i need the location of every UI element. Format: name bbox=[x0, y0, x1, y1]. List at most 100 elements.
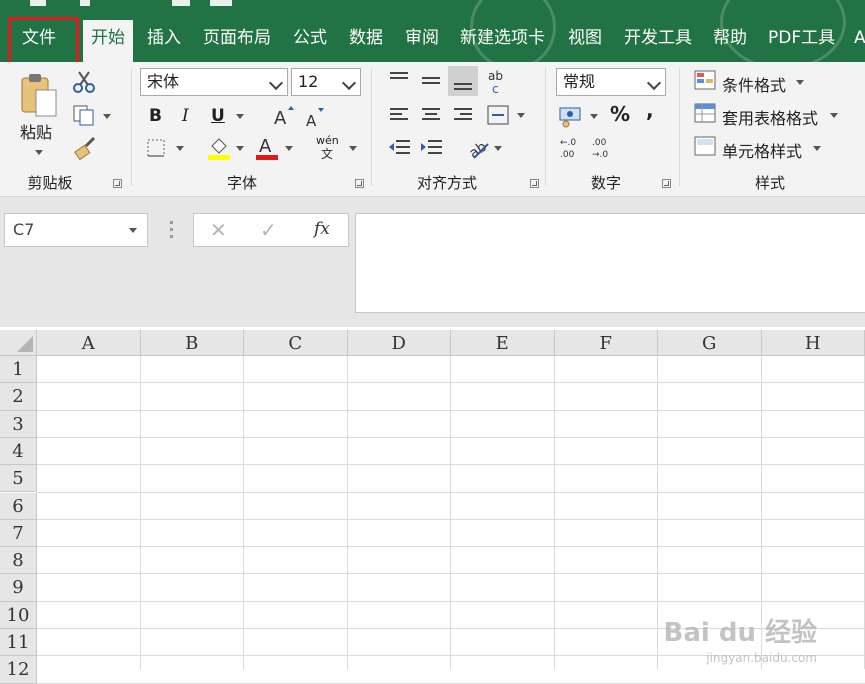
paste-icon[interactable] bbox=[18, 70, 60, 120]
undo-icon[interactable] bbox=[80, 0, 90, 6]
tab-pdf-tools[interactable]: PDF工具 bbox=[760, 14, 843, 62]
bold-button[interactable]: B bbox=[149, 106, 162, 126]
tab-view[interactable]: 视图 bbox=[560, 14, 610, 62]
name-box[interactable]: C7 bbox=[4, 213, 148, 247]
wrap-text-icon[interactable]: ab c bbox=[486, 68, 510, 96]
fill-color-dropdown-icon[interactable] bbox=[236, 146, 244, 151]
merge-center-icon[interactable] bbox=[486, 104, 510, 126]
format-as-table-icon[interactable] bbox=[694, 103, 716, 123]
font-size-select[interactable]: 12 bbox=[291, 68, 361, 96]
format-as-table-button[interactable]: 套用表格格式 bbox=[722, 105, 818, 129]
accounting-format-icon[interactable] bbox=[558, 104, 584, 128]
copy-icon[interactable] bbox=[72, 104, 96, 126]
accounting-dropdown-icon[interactable] bbox=[590, 114, 598, 119]
font-name-select[interactable]: 宋体 bbox=[140, 68, 288, 96]
decrease-decimal-icon[interactable]: .00 →.0 bbox=[590, 136, 616, 160]
number-launcher-icon[interactable] bbox=[662, 179, 671, 188]
column-header[interactable]: H bbox=[762, 330, 865, 356]
cell-styles-icon[interactable] bbox=[694, 136, 716, 156]
formula-input[interactable] bbox=[355, 213, 865, 313]
conditional-dropdown-icon[interactable] bbox=[796, 80, 804, 85]
print-preview-icon[interactable] bbox=[172, 0, 190, 6]
paste-dropdown-icon[interactable] bbox=[35, 150, 43, 155]
save-icon[interactable] bbox=[30, 0, 46, 6]
fill-color-icon[interactable] bbox=[206, 134, 232, 160]
bottom-align-icon[interactable] bbox=[448, 66, 478, 96]
alignment-launcher-icon[interactable] bbox=[530, 179, 539, 188]
row-header[interactable]: 1 bbox=[0, 356, 37, 383]
percent-style-button[interactable]: % bbox=[610, 102, 630, 126]
orientation-icon[interactable]: ab bbox=[466, 136, 492, 160]
enter-icon[interactable]: ✓ bbox=[260, 218, 277, 242]
cell-styles-button[interactable]: 单元格样式 bbox=[722, 138, 802, 162]
cut-icon[interactable] bbox=[72, 70, 96, 94]
tab-page-layout[interactable]: 页面布局 bbox=[195, 14, 279, 62]
underline-button[interactable]: U bbox=[211, 106, 225, 126]
paste-button[interactable]: 粘贴 bbox=[20, 119, 52, 143]
column-header[interactable]: A bbox=[37, 330, 141, 356]
row-header[interactable]: 3 bbox=[0, 411, 37, 438]
number-format-select[interactable]: 常规 bbox=[556, 68, 666, 96]
orientation-dropdown-icon[interactable] bbox=[494, 146, 502, 151]
top-align-icon[interactable] bbox=[388, 70, 410, 88]
table-format-dropdown-icon[interactable] bbox=[830, 113, 838, 118]
row-header[interactable]: 9 bbox=[0, 574, 37, 601]
tab-data[interactable]: 数据 bbox=[341, 14, 391, 62]
row-header[interactable]: 12 bbox=[0, 656, 37, 683]
svg-text:→.0: →.0 bbox=[592, 150, 608, 160]
tab-help[interactable]: 帮助 bbox=[705, 14, 755, 62]
tab-new-tab[interactable]: 新建选项卡 bbox=[452, 14, 553, 62]
borders-dropdown-icon[interactable] bbox=[176, 146, 184, 151]
cell-styles-dropdown-icon[interactable] bbox=[813, 146, 821, 151]
column-header[interactable]: B bbox=[141, 330, 245, 356]
decrease-font-size-icon[interactable]: A bbox=[304, 106, 328, 130]
row-header[interactable]: 5 bbox=[0, 465, 37, 492]
row-header[interactable]: 7 bbox=[0, 520, 37, 547]
column-header[interactable]: F bbox=[555, 330, 659, 356]
merge-dropdown-icon[interactable] bbox=[517, 113, 525, 118]
cancel-icon[interactable]: ✕ bbox=[210, 218, 227, 242]
format-painter-icon[interactable] bbox=[72, 136, 96, 160]
tab-insert[interactable]: 插入 bbox=[139, 14, 189, 62]
borders-icon[interactable] bbox=[146, 138, 166, 158]
increase-font-size-icon[interactable]: A bbox=[272, 104, 296, 128]
row-header[interactable]: 8 bbox=[0, 547, 37, 574]
italic-button[interactable]: I bbox=[182, 106, 189, 126]
column-header[interactable]: C bbox=[244, 330, 348, 356]
align-right-icon[interactable] bbox=[452, 106, 474, 126]
increase-indent-icon[interactable] bbox=[420, 138, 444, 158]
middle-align-icon[interactable] bbox=[420, 70, 442, 92]
tab-developer[interactable]: 开发工具 bbox=[616, 14, 700, 62]
row-header[interactable]: 2 bbox=[0, 383, 37, 410]
underline-dropdown-icon[interactable] bbox=[236, 114, 244, 119]
tab-home[interactable]: 开始 bbox=[83, 20, 133, 62]
row-header[interactable]: 4 bbox=[0, 438, 37, 465]
font-color-dropdown-icon[interactable] bbox=[285, 146, 293, 151]
quick-access-icon[interactable] bbox=[210, 0, 232, 6]
select-all-button[interactable] bbox=[0, 330, 37, 356]
column-header[interactable]: G bbox=[658, 330, 762, 356]
decrease-indent-icon[interactable] bbox=[388, 138, 412, 158]
insert-function-icon[interactable]: fx bbox=[314, 219, 330, 239]
resize-handle-icon[interactable] bbox=[170, 221, 173, 239]
column-header[interactable]: E bbox=[451, 330, 555, 356]
conditional-formatting-button[interactable]: 条件格式 bbox=[722, 72, 786, 96]
increase-decimal-icon[interactable]: ←.0 .00 bbox=[558, 136, 584, 160]
font-color-icon[interactable]: A bbox=[254, 134, 280, 160]
row-header[interactable]: 11 bbox=[0, 629, 37, 656]
row-header[interactable]: 10 bbox=[0, 602, 37, 629]
align-left-icon[interactable] bbox=[388, 106, 410, 126]
comma-style-button[interactable]: , bbox=[646, 98, 654, 122]
font-launcher-icon[interactable] bbox=[355, 179, 364, 188]
column-header[interactable]: D bbox=[348, 330, 452, 356]
copy-dropdown-icon[interactable] bbox=[103, 114, 111, 119]
chevron-down-icon[interactable] bbox=[129, 228, 137, 233]
tab-overflow[interactable]: A bbox=[846, 14, 865, 62]
tab-formulas[interactable]: 公式 bbox=[285, 14, 335, 62]
row-header[interactable]: 6 bbox=[0, 493, 37, 520]
conditional-formatting-icon[interactable] bbox=[694, 70, 716, 90]
phonetic-dropdown-icon[interactable] bbox=[349, 146, 357, 151]
tab-review[interactable]: 审阅 bbox=[397, 14, 447, 62]
align-center-icon[interactable] bbox=[420, 106, 442, 126]
clipboard-launcher-icon[interactable] bbox=[113, 179, 122, 188]
